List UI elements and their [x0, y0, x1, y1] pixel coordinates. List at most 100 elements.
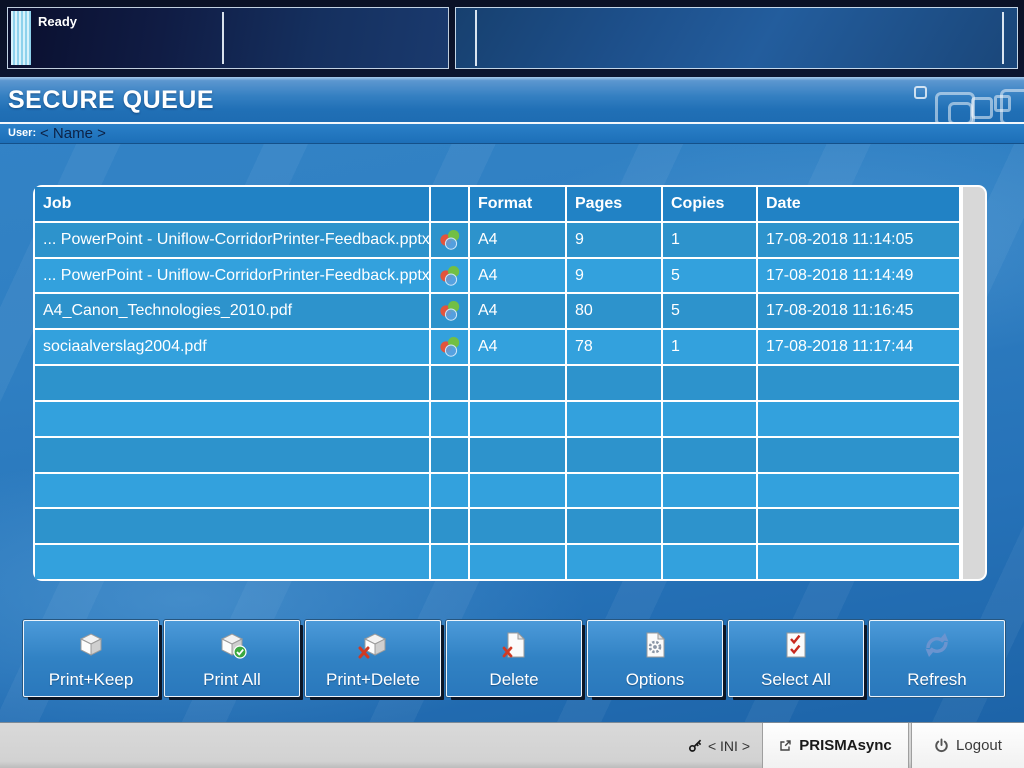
ini-label: < INI > — [708, 738, 750, 754]
jobs-table: Job Format Pages Copies Date ... PowerPo… — [33, 185, 987, 581]
empty-cell — [35, 474, 429, 508]
empty-cell — [431, 509, 468, 543]
job-name-cell[interactable]: ... PowerPoint - Uniflow-CorridorPrinter… — [35, 223, 429, 257]
empty-cell — [663, 402, 756, 436]
panel-divider — [222, 12, 224, 64]
button-label: Options — [626, 670, 685, 690]
empty-cell — [35, 438, 429, 472]
logout-button[interactable]: Logout — [911, 723, 1024, 768]
ini-indicator: < INI > — [688, 723, 750, 768]
job-copies-cell[interactable]: 5 — [663, 259, 756, 293]
empty-cell — [470, 545, 565, 579]
print-delete-button[interactable]: Print+Delete — [305, 620, 441, 697]
job-name-cell[interactable]: sociaalverslag2004.pdf — [35, 330, 429, 364]
table-scrollbar[interactable] — [963, 187, 985, 579]
job-date-cell[interactable]: 17-08-2018 11:16:45 — [758, 294, 959, 328]
color-job-icon — [438, 229, 462, 251]
prismasync-button[interactable]: PRISMAsync — [762, 723, 909, 768]
empty-cell — [470, 474, 565, 508]
button-label: Print+Delete — [326, 670, 420, 690]
printer-icon — [74, 628, 108, 662]
button-label: Print All — [203, 670, 261, 690]
user-bar: User: < Name > — [0, 124, 1024, 144]
refresh-button[interactable]: Refresh — [869, 620, 1005, 697]
job-name-cell[interactable]: ... PowerPoint - Uniflow-CorridorPrinter… — [35, 259, 429, 293]
printer-check-icon — [215, 628, 249, 662]
empty-cell — [567, 545, 661, 579]
job-pages-cell[interactable]: 78 — [567, 330, 661, 364]
job-copies-cell[interactable]: 1 — [663, 223, 756, 257]
delete-button[interactable]: Delete — [446, 620, 582, 697]
options-button[interactable]: Options — [587, 620, 723, 697]
page-title: SECURE QUEUE — [0, 77, 1024, 122]
empty-cell — [663, 474, 756, 508]
window-decoration — [1000, 89, 1024, 122]
empty-cell — [567, 402, 661, 436]
job-copies-cell[interactable]: 5 — [663, 294, 756, 328]
job-pages-cell[interactable]: 9 — [567, 259, 661, 293]
job-format-cell[interactable]: A4 — [470, 294, 565, 328]
job-name-cell[interactable]: A4_Canon_Technologies_2010.pdf — [35, 294, 429, 328]
print-all-button[interactable]: Print All — [164, 620, 300, 697]
external-link-icon — [779, 739, 792, 752]
empty-cell — [35, 402, 429, 436]
refresh-icon — [921, 628, 953, 662]
window-decoration — [971, 97, 993, 119]
ready-status: Ready — [38, 14, 77, 29]
job-date-cell[interactable]: 17-08-2018 11:14:49 — [758, 259, 959, 293]
printer-status-panel: Ready — [7, 7, 449, 69]
empty-cell — [663, 438, 756, 472]
job-type-cell[interactable] — [431, 294, 468, 328]
column-header-date: Date — [758, 187, 959, 221]
panel-divider — [1002, 12, 1004, 64]
button-label: Select All — [761, 670, 831, 690]
secure-queue-screen: Ready SECURE QUEUE User: < Name > Job Fo… — [0, 0, 1024, 768]
empty-cell — [758, 402, 959, 436]
job-pages-cell[interactable]: 9 — [567, 223, 661, 257]
window-decoration — [948, 102, 973, 122]
empty-cell — [470, 438, 565, 472]
empty-cell — [470, 366, 565, 400]
empty-cell — [758, 509, 959, 543]
empty-cell — [470, 509, 565, 543]
empty-cell — [758, 366, 959, 400]
button-label: Refresh — [907, 670, 967, 690]
empty-cell — [431, 402, 468, 436]
empty-cell — [470, 402, 565, 436]
empty-cell — [35, 366, 429, 400]
job-format-cell[interactable]: A4 — [470, 330, 565, 364]
color-job-icon — [438, 300, 462, 322]
print-keep-button[interactable]: Print+Keep — [23, 620, 159, 697]
status-stripes-icon — [11, 11, 31, 65]
column-header-icon — [431, 187, 468, 221]
secondary-status-panel — [455, 7, 1018, 69]
job-pages-cell[interactable]: 80 — [567, 294, 661, 328]
window-decoration — [914, 86, 927, 99]
job-date-cell[interactable]: 17-08-2018 11:17:44 — [758, 330, 959, 364]
color-job-icon — [438, 265, 462, 287]
job-date-cell[interactable]: 17-08-2018 11:14:05 — [758, 223, 959, 257]
empty-cell — [663, 366, 756, 400]
empty-cell — [758, 545, 959, 579]
job-type-cell[interactable] — [431, 223, 468, 257]
button-label: Print+Keep — [49, 670, 134, 690]
column-header-pages: Pages — [567, 187, 661, 221]
user-label: User: — [8, 127, 36, 139]
job-copies-cell[interactable]: 1 — [663, 330, 756, 364]
select-all-button[interactable]: Select All — [728, 620, 864, 697]
document-gear-icon — [640, 628, 670, 662]
empty-cell — [431, 545, 468, 579]
job-format-cell[interactable]: A4 — [470, 223, 565, 257]
job-format-cell[interactable]: A4 — [470, 259, 565, 293]
power-icon — [934, 738, 949, 753]
title-bar: SECURE QUEUE — [0, 77, 1024, 122]
column-header-job: Job — [35, 187, 429, 221]
column-header-format: Format — [470, 187, 565, 221]
job-type-cell[interactable] — [431, 330, 468, 364]
column-header-copies: Copies — [663, 187, 756, 221]
checklist-icon — [782, 628, 810, 662]
job-type-cell[interactable] — [431, 259, 468, 293]
empty-cell — [567, 366, 661, 400]
empty-cell — [567, 509, 661, 543]
prismasync-label: PRISMAsync — [799, 737, 892, 754]
